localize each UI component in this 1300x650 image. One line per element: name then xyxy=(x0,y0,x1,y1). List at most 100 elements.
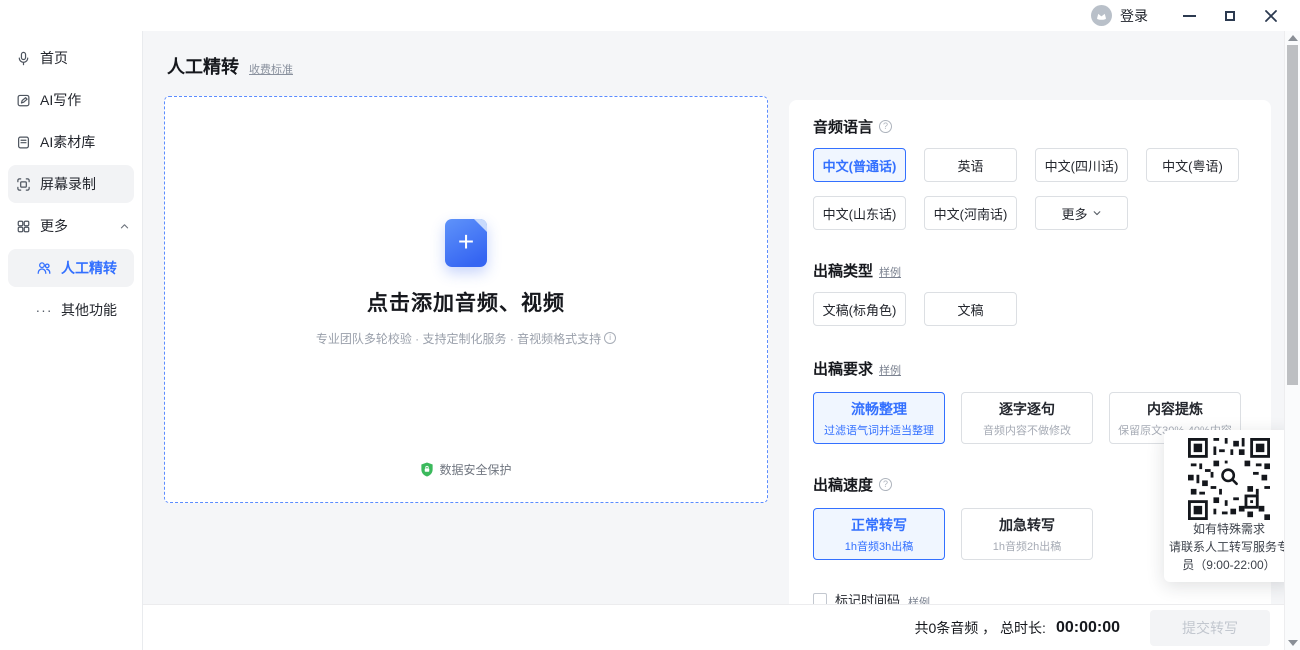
submit-transcription-button[interactable]: 提交转写 xyxy=(1150,610,1270,646)
sidebar-item-other-functions[interactable]: ··· 其他功能 xyxy=(0,289,142,331)
output-type-option-plain[interactable]: 文稿 xyxy=(924,292,1017,326)
contact-qr-overlay: 如有特殊需求 请联系人工转写服务专 员（9:00-22:00） xyxy=(1164,430,1294,582)
sidebar-item-label: 其他功能 xyxy=(61,300,117,320)
sidebar-item-label: AI写作 xyxy=(40,90,81,110)
sidebar-item-manual-transcription[interactable]: 人工精转 xyxy=(8,249,134,287)
close-button[interactable] xyxy=(1264,9,1278,23)
chevron-up-icon xyxy=(116,218,132,234)
minimize-button[interactable] xyxy=(1182,9,1196,23)
edit-icon xyxy=(15,92,31,108)
language-option-english[interactable]: 英语 xyxy=(924,148,1017,182)
total-duration: 00:00:00 xyxy=(1056,619,1120,637)
login-button[interactable]: 登录 xyxy=(1091,5,1148,26)
scrollbar[interactable] xyxy=(1284,31,1300,650)
login-label[interactable]: 登录 xyxy=(1120,6,1148,26)
sidebar-item-label: 更多 xyxy=(40,216,68,236)
maximize-button[interactable] xyxy=(1223,9,1237,23)
upload-inner: + 点击添加音频、视频 专业团队多轮校验 · 支持定制化服务 · 音视频格式支持… xyxy=(316,219,616,347)
screen-record-icon xyxy=(15,176,31,192)
sidebar-item-ai-writing[interactable]: AI写作 xyxy=(0,79,142,121)
language-more-label: 更多 xyxy=(1061,204,1087,223)
grid-icon xyxy=(15,218,31,234)
output-type-label: 出稿类型 xyxy=(813,260,873,281)
sidebar-item-label: 首页 xyxy=(40,48,68,68)
card-subtitle: 过滤语气词并适当整理 xyxy=(824,422,934,438)
sidebar-item-label: 屏幕录制 xyxy=(40,174,96,194)
mic-icon xyxy=(15,50,31,66)
output-requirement-label: 出稿要求 xyxy=(813,358,873,379)
language-more-button[interactable]: 更多 xyxy=(1035,196,1128,230)
library-icon xyxy=(15,134,31,150)
sidebar-item-home[interactable]: 首页 xyxy=(0,37,142,79)
security-label: 数据安全保护 xyxy=(439,461,511,478)
user-avatar-icon xyxy=(1095,9,1108,22)
bottom-bar: 共0条音频 ， 总时长: 00:00:00 提交转写 xyxy=(143,604,1300,650)
maximize-icon xyxy=(1225,11,1235,21)
page-title: 人工精转 xyxy=(167,53,239,79)
card-subtitle: 1h音频2h出稿 xyxy=(993,538,1061,554)
output-requirement-header: 出稿要求 样例 xyxy=(813,358,1247,378)
card-title: 正常转写 xyxy=(851,515,907,535)
audio-language-header: 音频语言 ? xyxy=(813,116,1247,136)
avatar[interactable] xyxy=(1091,5,1112,26)
output-speed-label: 出稿速度 xyxy=(813,474,873,495)
scroll-up-arrow-icon[interactable] xyxy=(1288,35,1298,41)
upload-title: 点击添加音频、视频 xyxy=(367,287,565,317)
plus-icon: + xyxy=(458,228,474,256)
sidebar-item-ai-library[interactable]: AI素材库 xyxy=(0,121,142,163)
add-file-icon[interactable]: + xyxy=(445,219,487,267)
page-title-row: 人工精转 收费标准 xyxy=(167,53,293,79)
output-type-header: 出稿类型 样例 xyxy=(813,260,1247,280)
chevron-down-icon xyxy=(1092,208,1102,218)
speed-card-normal[interactable]: 正常转写 1h音频3h出稿 xyxy=(813,508,945,560)
output-type-row: 文稿(标角色) 文稿 xyxy=(813,292,1247,326)
sidebar-item-label: 人工精转 xyxy=(61,258,117,278)
speed-card-urgent[interactable]: 加急转写 1h音频2h出稿 xyxy=(961,508,1093,560)
help-icon[interactable]: ? xyxy=(879,478,892,491)
qr-code xyxy=(1188,438,1270,520)
output-requirement-sample-link[interactable]: 样例 xyxy=(879,362,901,378)
language-option-shandong[interactable]: 中文(山东话) xyxy=(813,196,906,230)
scroll-down-arrow-icon[interactable] xyxy=(1288,640,1298,646)
output-type-sample-link[interactable]: 样例 xyxy=(879,264,901,280)
upload-subtitle-text: 专业团队多轮校验 · 支持定制化服务 · 音视频格式支持 xyxy=(316,330,601,347)
requirement-card-smooth[interactable]: 流畅整理 过滤语气词并适当整理 xyxy=(813,392,945,444)
pricing-standard-link[interactable]: 收费标准 xyxy=(249,61,293,77)
card-subtitle: 音频内容不做修改 xyxy=(983,422,1071,438)
output-type-option-roles[interactable]: 文稿(标角色) xyxy=(813,292,906,326)
audio-count-summary: 共0条音频 ， 总时长: xyxy=(914,618,1045,638)
language-option-sichuan[interactable]: 中文(四川话) xyxy=(1035,148,1128,182)
close-icon xyxy=(1264,9,1278,23)
sidebar-item-more[interactable]: 更多 xyxy=(0,205,142,247)
language-option-cantonese[interactable]: 中文(粤语) xyxy=(1146,148,1239,182)
requirement-card-verbatim[interactable]: 逐字逐句 音频内容不做修改 xyxy=(961,392,1093,444)
card-title: 内容提炼 xyxy=(1147,399,1203,419)
sidebar: 首页 AI写作 AI素材库 屏幕录制 更多 xyxy=(0,31,143,650)
info-icon[interactable]: i xyxy=(604,332,616,344)
card-title: 逐字逐句 xyxy=(999,399,1055,419)
language-options-row2: 中文(山东话) 中文(河南话) 更多 xyxy=(813,196,1247,230)
card-subtitle: 1h音频3h出稿 xyxy=(845,538,913,554)
scrollbar-thumb[interactable] xyxy=(1287,45,1298,385)
titlebar: 登录 xyxy=(0,0,1300,31)
language-option-mandarin[interactable]: 中文(普通话) xyxy=(813,148,906,182)
upload-subtitle: 专业团队多轮校验 · 支持定制化服务 · 音视频格式支持 i xyxy=(316,330,616,347)
shield-lock-icon xyxy=(420,462,434,477)
upload-dropzone[interactable]: + 点击添加音频、视频 专业团队多轮校验 · 支持定制化服务 · 音视频格式支持… xyxy=(164,96,768,503)
people-icon xyxy=(36,260,52,276)
language-option-henan[interactable]: 中文(河南话) xyxy=(924,196,1017,230)
card-title: 加急转写 xyxy=(999,515,1055,535)
card-title: 流畅整理 xyxy=(851,399,907,419)
qr-caption-line1: 如有特殊需求 xyxy=(1193,520,1265,538)
sidebar-item-screen-record[interactable]: 屏幕录制 xyxy=(8,165,134,203)
window-controls xyxy=(1182,9,1278,23)
qr-caption-line3: 员（9:00-22:00） xyxy=(1182,556,1275,574)
minimize-icon xyxy=(1183,15,1196,17)
qr-caption-line2: 请联系人工转写服务专 xyxy=(1169,538,1289,556)
audio-language-label: 音频语言 xyxy=(813,116,873,137)
security-row: 数据安全保护 xyxy=(165,461,767,478)
main-area: 人工精转 收费标准 + 点击添加音频、视频 专业团队多轮校验 · 支持定制化服务… xyxy=(143,31,1300,650)
help-icon[interactable]: ? xyxy=(879,120,892,133)
language-options-row1: 中文(普通话) 英语 中文(四川话) 中文(粤语) xyxy=(813,148,1247,182)
sidebar-item-label: AI素材库 xyxy=(40,132,95,152)
